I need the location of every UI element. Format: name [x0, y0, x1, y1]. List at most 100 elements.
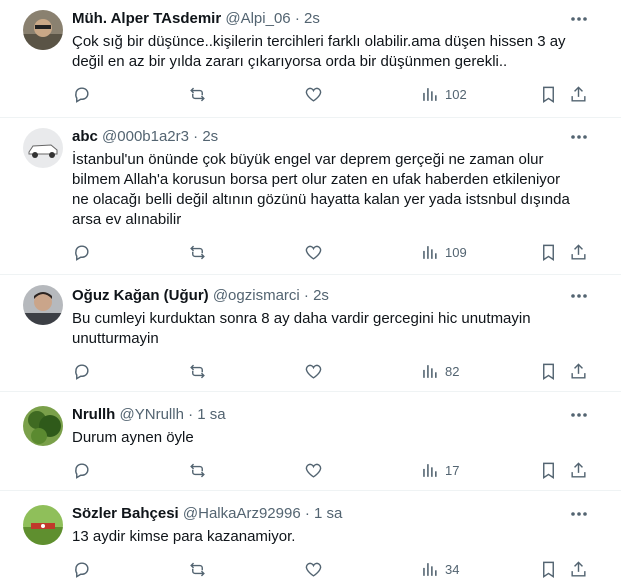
views-icon: [423, 364, 437, 378]
share-button[interactable]: [569, 241, 588, 263]
share-button[interactable]: [569, 83, 588, 105]
author-handle[interactable]: @HalkaArz92996: [183, 505, 301, 522]
reply-button[interactable]: [72, 360, 91, 382]
avatar[interactable]: [23, 128, 63, 168]
separator: ·: [294, 10, 300, 27]
timestamp[interactable]: 2s: [202, 128, 218, 145]
share-button[interactable]: [569, 360, 588, 382]
avatar[interactable]: [23, 406, 63, 446]
author-name[interactable]: Oğuz Kağan (Uğur): [72, 287, 209, 304]
tweet-feed: Müh. Alper TAsdemir @Alpi_06 · 2s Çok sı…: [0, 0, 621, 578]
retweet-button[interactable]: [188, 83, 207, 105]
tweet-text-line: Durum aynen öyle: [72, 429, 194, 446]
bookmark-icon: [543, 363, 554, 380]
retweet-icon: [190, 245, 205, 259]
heart-icon: [305, 463, 322, 478]
share-icon: [571, 461, 586, 478]
views-icon: [423, 463, 437, 477]
author-handle[interactable]: @ogzismarci: [213, 287, 300, 304]
tweet[interactable]: Nrullh @YNrullh · 1 sa Durum aynen öyle …: [0, 392, 621, 491]
bookmark-button[interactable]: [539, 241, 558, 263]
tweet[interactable]: Müh. Alper TAsdemir @Alpi_06 · 2s Çok sı…: [0, 0, 621, 118]
views-icon: [423, 245, 437, 259]
share-icon: [571, 560, 586, 577]
more-icon[interactable]: [569, 405, 589, 425]
retweet-button[interactable]: [188, 459, 207, 481]
share-icon: [571, 362, 586, 379]
timestamp[interactable]: 2s: [304, 10, 320, 27]
share-button[interactable]: [569, 459, 588, 481]
tweet-text-line: bilmem Allah'a korusun borsa pert olur z…: [72, 171, 561, 188]
tweet-text-line: ne olacağı belli değil altının gözünü ha…: [72, 191, 570, 208]
tweet-actions: 102: [68, 83, 592, 105]
author-name[interactable]: abc: [72, 128, 98, 145]
heart-icon: [305, 562, 322, 577]
more-icon[interactable]: [569, 504, 589, 524]
timestamp[interactable]: 1 sa: [314, 505, 342, 522]
bookmark-button[interactable]: [539, 459, 558, 481]
like-button[interactable]: [304, 241, 323, 263]
author-handle[interactable]: @YNrullh: [120, 406, 184, 423]
more-icon[interactable]: [569, 127, 589, 147]
view-count: 82: [445, 363, 460, 379]
view-count: 102: [445, 86, 467, 102]
tweet-text: Durum aynen öyle: [72, 428, 600, 448]
author-handle[interactable]: @000b1a2r3: [102, 128, 189, 145]
more-icon[interactable]: [569, 286, 589, 306]
tweet-actions: 82: [68, 360, 592, 382]
bookmark-button[interactable]: [539, 360, 558, 382]
author-handle[interactable]: @Alpi_06: [225, 10, 290, 27]
more-icon[interactable]: [569, 9, 589, 29]
tweet-text: 13 aydir kimse para kazanamiyor.: [72, 527, 600, 547]
heart-icon: [305, 245, 322, 260]
reply-icon: [75, 86, 89, 103]
view-count: 109: [445, 244, 467, 260]
bookmark-button[interactable]: [539, 83, 558, 105]
retweet-button[interactable]: [188, 360, 207, 382]
tweet-header: Nrullh @YNrullh · 1 sa: [72, 405, 226, 425]
tweet-text-line: İstanbul'un önünde çok büyük engel var d…: [72, 151, 544, 168]
timestamp[interactable]: 1 sa: [197, 406, 225, 423]
retweet-button[interactable]: [188, 241, 207, 263]
tweet[interactable]: abc @000b1a2r3 · 2s İstanbul'un önünde ç…: [0, 118, 621, 275]
views-button[interactable]: 102: [420, 83, 467, 105]
tweet[interactable]: Sözler Bahçesi @HalkaArz92996 · 1 sa 13 …: [0, 491, 621, 578]
view-count: 17: [445, 462, 460, 478]
avatar[interactable]: [23, 505, 63, 545]
tweet-actions: 109: [68, 241, 592, 263]
tweet-text: Çok sığ bir düşünce..kişilerin tercihler…: [72, 32, 600, 72]
tweet-actions: 17: [68, 459, 592, 481]
avatar[interactable]: [23, 10, 63, 50]
bookmark-icon: [543, 561, 554, 578]
views-button[interactable]: 17: [420, 459, 459, 481]
author-name[interactable]: Müh. Alper TAsdemir: [72, 10, 221, 27]
reply-icon: [75, 561, 89, 578]
views-button[interactable]: 82: [420, 360, 459, 382]
avatar[interactable]: [23, 285, 63, 325]
author-name[interactable]: Sözler Bahçesi: [72, 505, 179, 522]
tweet-header: Müh. Alper TAsdemir @Alpi_06 · 2s: [72, 9, 320, 29]
like-button[interactable]: [304, 360, 323, 382]
reply-button[interactable]: [72, 83, 91, 105]
tweet-header: Oğuz Kağan (Uğur) @ogzismarci · 2s: [72, 286, 329, 306]
heart-icon: [305, 87, 322, 102]
tweet-text: Bu cumleyi kurduktan sonra 8 ay daha var…: [72, 309, 600, 349]
timestamp[interactable]: 2s: [313, 287, 329, 304]
like-button[interactable]: [304, 83, 323, 105]
separator: ·: [303, 287, 309, 304]
heart-icon: [305, 364, 322, 379]
share-icon: [571, 85, 586, 102]
views-icon: [423, 87, 437, 101]
reply-button[interactable]: [72, 241, 91, 263]
views-button[interactable]: 109: [420, 241, 467, 263]
reply-button[interactable]: [72, 459, 91, 481]
tweet[interactable]: Oğuz Kağan (Uğur) @ogzismarci · 2s Bu cu…: [0, 275, 621, 392]
author-name[interactable]: Nrullh: [72, 406, 115, 423]
tweet-text-line: Bu cumleyi kurduktan sonra 8 ay daha var…: [72, 310, 531, 327]
bookmark-icon: [543, 462, 554, 479]
like-button[interactable]: [304, 459, 323, 481]
tweet-text-line: unutturmayin: [72, 330, 159, 347]
share-icon: [571, 243, 586, 260]
tweet-text: İstanbul'un önünde çok büyük engel var d…: [72, 150, 600, 230]
reply-icon: [75, 363, 89, 380]
